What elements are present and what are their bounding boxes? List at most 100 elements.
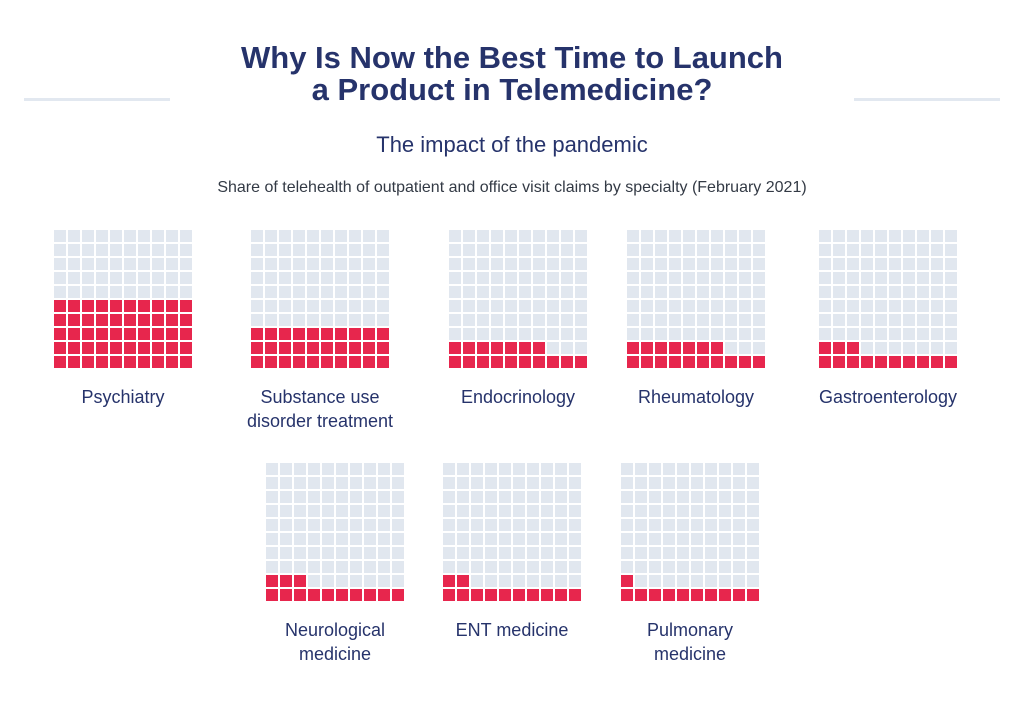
waffle-cell-filled	[110, 300, 122, 312]
waffle-cell-filled	[152, 342, 164, 354]
waffle-cell-empty	[335, 300, 347, 312]
waffle-cell-empty	[719, 463, 731, 475]
waffle-cell-empty	[266, 519, 278, 531]
waffle-cell-empty	[739, 286, 751, 298]
waffle-cell-empty	[378, 505, 390, 517]
waffle-cell-empty	[293, 258, 305, 270]
waffle-cell-empty	[677, 491, 689, 503]
waffle-cell-empty	[463, 258, 475, 270]
waffle-cell-empty	[82, 272, 94, 284]
waffle-cell-empty	[711, 314, 723, 326]
waffle-cell-empty	[739, 300, 751, 312]
waffle-cell-empty	[733, 505, 745, 517]
waffle-cell-empty	[513, 491, 525, 503]
waffle-cell-empty	[649, 547, 661, 559]
waffle-cell-empty	[335, 230, 347, 242]
waffle-cell-empty	[364, 575, 376, 587]
waffle-cell-empty	[719, 477, 731, 489]
waffle-cell-empty	[555, 575, 567, 587]
waffle-cell-filled	[443, 589, 455, 601]
waffle-cell-filled	[82, 314, 94, 326]
waffle-cell-empty	[449, 244, 461, 256]
waffle-cell-empty	[519, 258, 531, 270]
waffle-cell-empty	[753, 314, 765, 326]
waffle-cell-filled	[68, 342, 80, 354]
waffle-cell-empty	[378, 519, 390, 531]
waffle-cell-filled	[307, 328, 319, 340]
waffle-cell-empty	[336, 533, 348, 545]
waffle-cell-empty	[443, 561, 455, 573]
waffle-cell-empty	[505, 328, 517, 340]
waffle-cell-empty	[392, 561, 404, 573]
waffle-cell-filled	[561, 356, 573, 368]
waffle-cell-filled	[110, 314, 122, 326]
waffle-cell-empty	[669, 286, 681, 298]
waffle-cell-empty	[621, 519, 633, 531]
waffle-cell-empty	[747, 575, 759, 587]
waffle-cell-empty	[294, 477, 306, 489]
waffle-gastroenterology	[819, 230, 957, 368]
waffle-cell-empty	[519, 272, 531, 284]
waffle-cell-filled	[753, 356, 765, 368]
waffle-cell-empty	[392, 463, 404, 475]
chart-caption: Share of telehealth of outpatient and of…	[217, 179, 807, 196]
waffle-cell-empty	[747, 505, 759, 517]
waffle-cell-empty	[266, 477, 278, 489]
waffle-cell-filled	[519, 356, 531, 368]
waffle-cell-empty	[335, 272, 347, 284]
waffle-cell-filled	[279, 342, 291, 354]
waffle-cell-filled	[293, 356, 305, 368]
waffle-cell-empty	[555, 519, 567, 531]
waffle-cell-filled	[124, 300, 136, 312]
waffle-cell-filled	[477, 342, 489, 354]
waffle-cell-empty	[491, 258, 503, 270]
waffle-cell-empty	[655, 258, 667, 270]
waffle-cell-empty	[110, 230, 122, 242]
waffle-cell-empty	[364, 547, 376, 559]
waffle-cell-empty	[322, 463, 334, 475]
waffle-cell-empty	[627, 328, 639, 340]
waffle-cell-empty	[449, 300, 461, 312]
waffle-cell-empty	[705, 463, 717, 475]
waffle-cell-filled	[917, 356, 929, 368]
waffle-cell-empty	[705, 561, 717, 573]
waffle-cell-empty	[449, 258, 461, 270]
waffle-cell-empty	[819, 272, 831, 284]
waffle-cell-empty	[293, 300, 305, 312]
waffle-cell-empty	[833, 300, 845, 312]
waffle-cell-empty	[861, 244, 873, 256]
waffle-cell-empty	[917, 300, 929, 312]
waffle-cell-empty	[705, 491, 717, 503]
waffle-cell-empty	[575, 314, 587, 326]
waffle-cell-empty	[641, 314, 653, 326]
waffle-cell-empty	[294, 547, 306, 559]
category-label: Neurological medicine	[240, 618, 430, 666]
waffle-cell-empty	[513, 575, 525, 587]
waffle-cell-filled	[533, 356, 545, 368]
waffle-cell-empty	[733, 519, 745, 531]
chart-subtitle: The impact of the pandemic	[376, 132, 648, 157]
waffle-cell-empty	[364, 533, 376, 545]
waffle-cell-empty	[677, 519, 689, 531]
waffle-cell-empty	[655, 244, 667, 256]
waffle-cell-empty	[561, 314, 573, 326]
title-line-1: Why Is Now the Best Time to Launch	[241, 40, 783, 75]
waffle-cell-empty	[747, 477, 759, 489]
waffle-cell-filled	[349, 328, 361, 340]
waffle-cell-empty	[655, 300, 667, 312]
waffle-cell-empty	[847, 328, 859, 340]
waffle-cell-empty	[945, 300, 957, 312]
waffle-cell-empty	[307, 314, 319, 326]
waffle-cell-filled	[889, 356, 901, 368]
waffle-cell-empty	[279, 272, 291, 284]
waffle-cell-empty	[513, 505, 525, 517]
waffle-cell-empty	[377, 286, 389, 298]
waffle-cell-empty	[669, 230, 681, 242]
waffle-cell-empty	[54, 230, 66, 242]
waffle-cell-empty	[280, 519, 292, 531]
waffle-pulmonary-medicine	[621, 463, 759, 601]
waffle-cell-empty	[945, 314, 957, 326]
waffle-cell-empty	[307, 258, 319, 270]
waffle-cell-filled	[96, 314, 108, 326]
waffle-cell-empty	[903, 244, 915, 256]
